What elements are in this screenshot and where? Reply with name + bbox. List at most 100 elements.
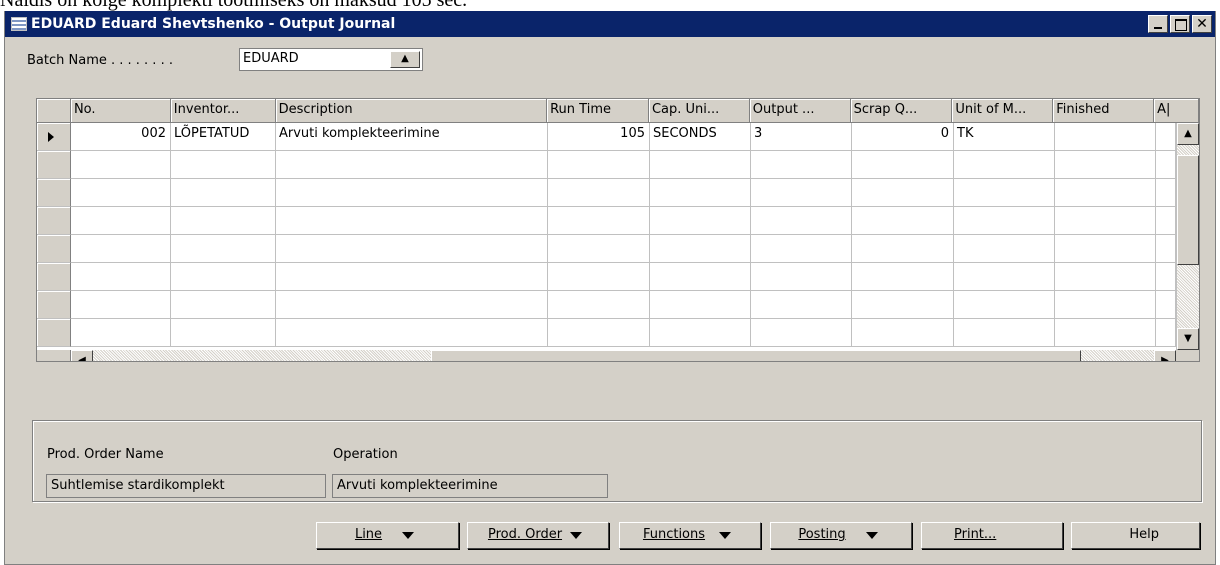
grid-cell[interactable] bbox=[276, 263, 548, 291]
grid-cell[interactable] bbox=[71, 179, 171, 207]
grid-cell[interactable] bbox=[954, 207, 1055, 235]
grid-cell[interactable] bbox=[276, 235, 548, 263]
horizontal-scroll-thumb[interactable] bbox=[431, 350, 1081, 361]
help-button[interactable]: Help bbox=[1071, 522, 1200, 549]
grid-cell[interactable] bbox=[650, 291, 751, 319]
grid-cell[interactable] bbox=[171, 151, 276, 179]
grid-cell[interactable] bbox=[71, 235, 171, 263]
maximize-button[interactable] bbox=[1170, 15, 1190, 33]
table-row[interactable] bbox=[37, 179, 1176, 207]
scroll-down-button[interactable]: ▼ bbox=[1177, 328, 1199, 350]
cell-scrap-qty[interactable]: 0 bbox=[852, 123, 954, 151]
grid-cell[interactable] bbox=[650, 319, 751, 347]
cell-no[interactable]: 002 bbox=[71, 123, 171, 151]
col-header-cap-unit[interactable]: Cap. Uni... bbox=[648, 99, 750, 123]
grid-cell[interactable] bbox=[548, 207, 650, 235]
grid-cell[interactable] bbox=[1055, 263, 1156, 291]
grid-cell[interactable] bbox=[852, 235, 954, 263]
grid-cell[interactable] bbox=[71, 263, 171, 291]
scroll-left-button[interactable]: ◀ bbox=[71, 350, 93, 361]
grid-cell[interactable] bbox=[954, 235, 1055, 263]
col-header-no[interactable]: No. bbox=[70, 99, 171, 123]
scroll-up-button[interactable]: ▲ bbox=[1177, 123, 1199, 145]
grid-cell[interactable] bbox=[171, 179, 276, 207]
row-selector[interactable] bbox=[37, 151, 71, 179]
table-row[interactable] bbox=[37, 235, 1176, 263]
grid-cell[interactable] bbox=[650, 263, 751, 291]
col-header-finished[interactable]: Finished bbox=[1053, 99, 1155, 123]
grid-cell[interactable] bbox=[276, 207, 548, 235]
col-header-description[interactable]: Description bbox=[275, 99, 548, 123]
grid-cell[interactable] bbox=[1156, 319, 1176, 347]
grid-cell[interactable] bbox=[171, 291, 276, 319]
grid-cell[interactable] bbox=[1055, 207, 1156, 235]
table-row[interactable] bbox=[37, 291, 1176, 319]
row-selector[interactable] bbox=[37, 123, 71, 151]
posting-button[interactable]: Posting bbox=[770, 522, 912, 549]
row-selector[interactable] bbox=[37, 291, 71, 319]
grid-cell[interactable] bbox=[751, 151, 852, 179]
grid-cell[interactable] bbox=[954, 319, 1055, 347]
grid-cell[interactable] bbox=[852, 179, 954, 207]
grid-cell[interactable] bbox=[954, 291, 1055, 319]
grid-cell[interactable] bbox=[852, 319, 954, 347]
grid-cell[interactable] bbox=[751, 179, 852, 207]
vertical-scroll-thumb[interactable] bbox=[1177, 155, 1199, 265]
grid-cell[interactable] bbox=[1055, 235, 1156, 263]
vertical-scrollbar[interactable]: ▲ ▼ bbox=[1176, 123, 1199, 350]
grid-cell[interactable] bbox=[1156, 263, 1176, 291]
cell-finished[interactable] bbox=[1055, 123, 1156, 151]
grid-cell[interactable] bbox=[1156, 291, 1176, 319]
grid-cell[interactable] bbox=[751, 319, 852, 347]
table-row[interactable] bbox=[37, 151, 1176, 179]
grid-cell[interactable] bbox=[71, 319, 171, 347]
grid-cell[interactable] bbox=[171, 319, 276, 347]
grid-cell[interactable] bbox=[1156, 151, 1176, 179]
cell-output[interactable]: 3 bbox=[751, 123, 852, 151]
col-header-run-time[interactable]: Run Time bbox=[547, 99, 649, 123]
row-selector[interactable] bbox=[37, 263, 71, 291]
grid-cell[interactable] bbox=[1055, 151, 1156, 179]
grid-cell[interactable] bbox=[852, 291, 954, 319]
grid-cell[interactable] bbox=[548, 291, 650, 319]
minimize-button[interactable] bbox=[1148, 15, 1168, 33]
title-bar[interactable]: EDUARD Eduard Shevtshenko - Output Journ… bbox=[5, 11, 1215, 37]
table-row[interactable] bbox=[37, 207, 1176, 235]
grid-cell[interactable] bbox=[1055, 179, 1156, 207]
grid-cell[interactable] bbox=[71, 291, 171, 319]
row-selector[interactable] bbox=[37, 179, 71, 207]
grid-cell[interactable] bbox=[1156, 179, 1176, 207]
grid-cell[interactable] bbox=[71, 207, 171, 235]
table-row[interactable]: 002 LÕPETATUD Arvuti komplekteerimine 10… bbox=[37, 123, 1176, 151]
cell-cap-unit[interactable]: SECONDS bbox=[650, 123, 751, 151]
grid-cell[interactable] bbox=[650, 151, 751, 179]
grid-cell[interactable] bbox=[548, 319, 650, 347]
row-selector[interactable] bbox=[37, 207, 71, 235]
horizontal-scrollbar[interactable]: ◀ ▶ bbox=[71, 350, 1176, 361]
grid-cell[interactable] bbox=[954, 179, 1055, 207]
grid-cell[interactable] bbox=[548, 263, 650, 291]
row-selector[interactable] bbox=[37, 319, 71, 347]
grid-cell[interactable] bbox=[751, 235, 852, 263]
grid-cell[interactable] bbox=[71, 151, 171, 179]
grid-cell[interactable] bbox=[276, 319, 548, 347]
close-button[interactable]: ✕ bbox=[1192, 15, 1212, 33]
grid-cell[interactable] bbox=[1055, 291, 1156, 319]
output-journal-grid[interactable]: No. Inventor... Description Run Time Cap… bbox=[36, 98, 1200, 362]
grid-cell[interactable] bbox=[751, 207, 852, 235]
grid-cell[interactable] bbox=[954, 263, 1055, 291]
grid-cell[interactable] bbox=[548, 235, 650, 263]
scroll-right-button[interactable]: ▶ bbox=[1154, 350, 1176, 361]
cell-inventory[interactable]: LÕPETATUD bbox=[171, 123, 276, 151]
grid-cell[interactable] bbox=[1156, 207, 1176, 235]
grid-cell[interactable] bbox=[171, 207, 276, 235]
batch-lookup-button[interactable]: ▲ bbox=[390, 51, 420, 68]
grid-cell[interactable] bbox=[650, 179, 751, 207]
line-button[interactable]: Line bbox=[316, 522, 459, 549]
batch-name-field[interactable]: EDUARD ▲ bbox=[239, 48, 423, 71]
prod-order-button[interactable]: Prod. Order bbox=[467, 522, 609, 549]
row-selector[interactable] bbox=[37, 235, 71, 263]
grid-cell[interactable] bbox=[276, 291, 548, 319]
grid-cell[interactable] bbox=[852, 207, 954, 235]
grid-cell[interactable] bbox=[650, 235, 751, 263]
